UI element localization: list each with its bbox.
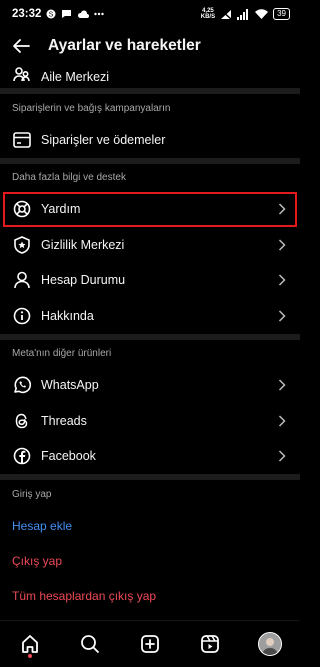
header: Ayarlar ve hareketler bbox=[0, 28, 300, 64]
nav-search[interactable] bbox=[70, 624, 110, 664]
svg-text:S: S bbox=[49, 12, 54, 19]
menu-item-orders-payments[interactable]: Siparişler ve ödemeler bbox=[0, 122, 300, 158]
network-speed: 4,25 KB/S bbox=[201, 8, 215, 20]
chevron-right-icon bbox=[276, 379, 288, 391]
menu-item-threads[interactable]: Threads bbox=[0, 403, 300, 439]
threads-label: Threads bbox=[41, 413, 87, 428]
more-status-icon bbox=[94, 12, 105, 16]
family-icon bbox=[12, 64, 32, 84]
help-label: Yardım bbox=[41, 202, 81, 217]
skype-icon: S bbox=[46, 9, 56, 19]
cloud-icon bbox=[77, 9, 90, 19]
account-status-label: Hesap Durumu bbox=[41, 273, 126, 288]
shield-icon bbox=[12, 235, 32, 255]
privacy-center-label: Gizlilik Merkezi bbox=[41, 237, 125, 252]
menu-item-family-center[interactable]: Aile Merkezi bbox=[0, 64, 300, 88]
battery-indicator: 39 bbox=[273, 8, 290, 20]
menu-item-facebook[interactable]: Facebook bbox=[0, 439, 300, 475]
chevron-right-icon bbox=[276, 239, 288, 251]
facebook-label: Facebook bbox=[41, 449, 96, 464]
section-title-support: Daha fazla bilgi ve destek bbox=[12, 172, 126, 183]
chevron-right-icon bbox=[276, 415, 288, 427]
status-time: 23:32 bbox=[12, 8, 42, 20]
info-icon bbox=[12, 306, 32, 326]
nav-reels[interactable] bbox=[190, 624, 230, 664]
menu-item-privacy-center[interactable]: Gizlilik Merkezi bbox=[0, 227, 300, 263]
menu-item-whatsapp[interactable]: WhatsApp bbox=[0, 368, 300, 404]
search-icon bbox=[80, 634, 100, 654]
network-speed-unit: KB/S bbox=[200, 14, 216, 20]
family-center-label: Aile Merkezi bbox=[41, 70, 110, 84]
menu-item-help[interactable]: Yardım bbox=[3, 191, 297, 227]
no-sim-icon bbox=[220, 8, 232, 20]
message-icon bbox=[61, 9, 72, 19]
chevron-right-icon bbox=[276, 203, 288, 215]
whatsapp-icon bbox=[12, 375, 32, 395]
nav-create[interactable] bbox=[130, 624, 170, 664]
plus-square-icon bbox=[140, 634, 160, 654]
person-icon bbox=[12, 270, 32, 290]
home-icon bbox=[20, 634, 40, 654]
nav-home[interactable] bbox=[10, 624, 50, 664]
chevron-right-icon bbox=[276, 274, 288, 286]
avatar bbox=[258, 632, 282, 656]
chevron-right-icon bbox=[276, 450, 288, 462]
menu-item-about[interactable]: Hakkında bbox=[0, 298, 300, 334]
whatsapp-label: WhatsApp bbox=[41, 378, 99, 393]
status-bar: 23:32 S 4,25 KB/S 39 bbox=[0, 0, 300, 28]
facebook-icon bbox=[12, 446, 32, 466]
orders-payments-label: Siparişler ve ödemeler bbox=[41, 132, 166, 147]
section-title-login: Giriş yap bbox=[12, 488, 52, 500]
about-label: Hakkında bbox=[41, 308, 94, 323]
status-left: 23:32 S bbox=[12, 8, 105, 20]
section-title-meta: Meta'nın diğer ürünleri bbox=[12, 348, 112, 359]
chevron-right-icon bbox=[276, 310, 288, 322]
signal-icon bbox=[237, 8, 250, 20]
menu-item-account-status[interactable]: Hesap Durumu bbox=[0, 263, 300, 299]
wifi-icon bbox=[255, 9, 269, 19]
threads-icon bbox=[12, 411, 32, 431]
nav-profile[interactable] bbox=[250, 624, 290, 664]
status-right: 4,25 KB/S 39 bbox=[201, 8, 290, 20]
add-account-link[interactable]: Hesap ekle bbox=[0, 508, 300, 543]
notification-dot bbox=[28, 654, 32, 658]
bottom-nav bbox=[0, 620, 300, 667]
back-arrow-icon[interactable] bbox=[12, 38, 30, 54]
reels-icon bbox=[200, 634, 220, 654]
logout-link[interactable]: Çıkış yap bbox=[0, 543, 300, 578]
logout-all-link[interactable]: Tüm hesaplardan çıkış yap bbox=[0, 578, 300, 613]
section-title-orders: Siparişlerin ve bağış kampanyaların bbox=[12, 102, 171, 114]
card-icon bbox=[12, 130, 32, 150]
page-title: Ayarlar ve hareketler bbox=[48, 37, 201, 54]
lifebuoy-icon bbox=[12, 199, 32, 219]
